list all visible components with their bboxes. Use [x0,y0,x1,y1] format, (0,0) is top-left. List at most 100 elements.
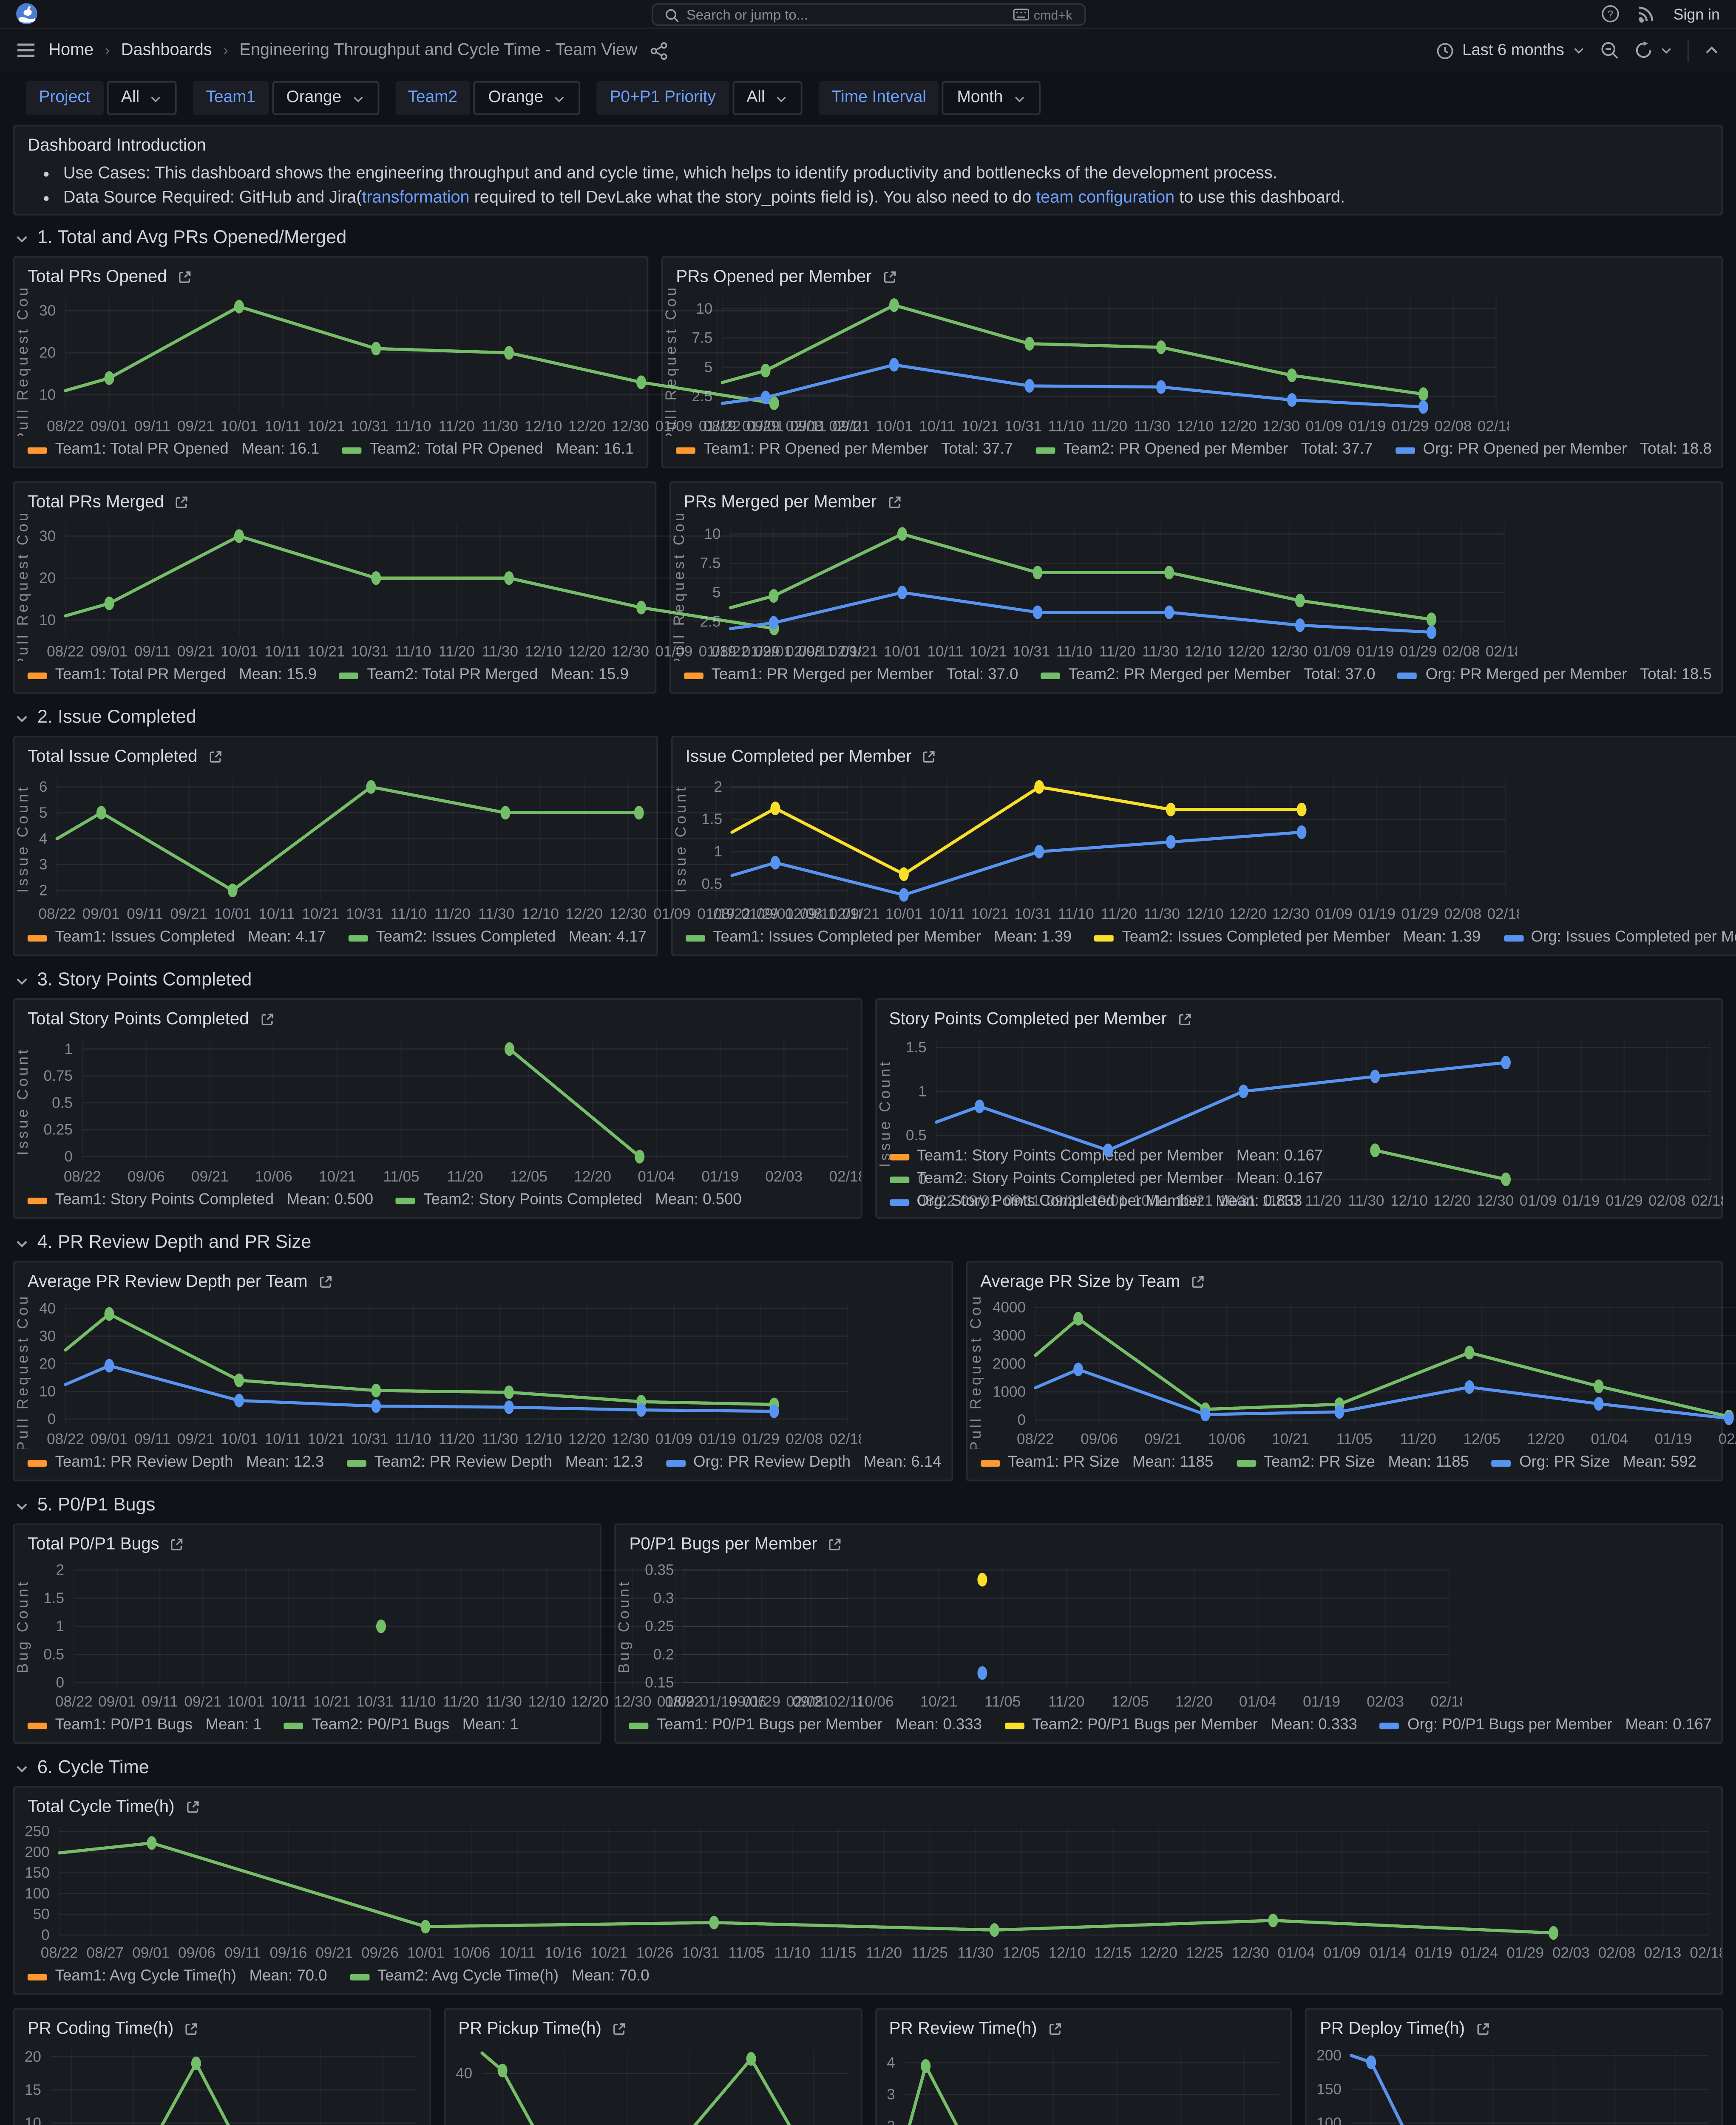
external-link-icon[interactable] [184,1798,200,1814]
legend-item[interactable]: Team1: Total PR OpenedMean: 16.1 [28,441,320,459]
share-icon[interactable] [650,41,668,59]
legend-item[interactable]: Team2: PR SizeMean: 1185 [1236,1454,1469,1472]
legend-item[interactable]: Team2: PR Review DepthMean: 12.3 [347,1454,643,1472]
search-input[interactable]: Search or jump to... cmd+k [651,3,1085,26]
time-range-picker[interactable]: Last 6 months [1436,41,1585,59]
legend-item[interactable]: Org: Issues Completed per MemberMean: 0.… [1503,929,1736,946]
legend-item[interactable]: Team2: P0/P1 BugsMean: 1 [284,1716,519,1734]
panel-title-bar[interactable]: Total Story Points Completed [14,1000,860,1031]
chart-pr-review-depth[interactable]: 01020304008/2209/0109/1109/2110/0110/111… [14,1293,951,1449]
legend-item[interactable]: Team1: PR Review DepthMean: 12.3 [28,1454,324,1472]
legend-item[interactable]: Team2: Total PR MergedMean: 15.9 [340,666,629,684]
filter-priority-value[interactable]: All [732,81,802,115]
team-configuration-link[interactable]: team configuration [1036,190,1174,207]
chart-story-points-per-member[interactable]: 00.511.508/2209/0109/1109/2110/0110/1110… [876,1031,1722,1148]
filter-team2-value[interactable]: Orange [474,81,581,115]
external-link-icon[interactable] [1047,2020,1063,2036]
chart-pr-review-time[interactable]: 0123409/0110/0111/0112/0101/0102/01 [876,2040,1291,2125]
legend-item[interactable]: Team2: Story Points CompletedMean: 0.500 [396,1191,741,1209]
legend-item[interactable]: Team2: PR Merged per MemberTotal: 37.0 [1041,666,1376,684]
breadcrumb-dashboards[interactable]: Dashboards [121,41,212,59]
section-header-1[interactable]: 1. Total and Avg PRs Opened/Merged [14,227,1723,249]
chart-pr-coding-time[interactable]: 0510152009/0110/0111/0112/0101/0102/01 [14,2040,429,2125]
external-link-icon[interactable] [183,2020,199,2036]
refresh-button[interactable] [1634,40,1673,60]
legend-item[interactable]: Team2: Issues CompletedMean: 4.17 [349,929,647,946]
zoom-out-icon[interactable] [1600,40,1620,60]
chart-issue-completed-per-member[interactable]: 0.511.5208/2209/0109/1109/2110/0110/1110… [672,768,1736,924]
external-link-icon[interactable] [827,1536,843,1552]
chart-prs-opened-per-member[interactable]: 2.557.51008/2209/0109/1109/2110/0110/111… [663,289,1722,436]
legend-item[interactable]: Team1: Total PR MergedMean: 15.9 [28,666,317,684]
legend-item[interactable]: Team1: P0/P1 BugsMean: 1 [28,1716,262,1734]
legend-item[interactable]: Team1: Issues CompletedMean: 4.17 [28,929,326,946]
panel-title-bar[interactable]: Average PR Size by Team [967,1263,1722,1293]
panel-title-bar[interactable]: PR Deploy Time(h) [1307,2009,1721,2040]
section-header-4[interactable]: 4. PR Review Depth and PR Size [14,1232,1723,1254]
panel-title-bar[interactable]: P0/P1 Bugs per Member [616,1525,1722,1556]
panel-title-bar[interactable]: Total PRs Opened [14,258,647,288]
external-link-icon[interactable] [611,2020,627,2036]
legend-item[interactable]: Team1: P0/P1 Bugs per MemberMean: 0.333 [629,1716,982,1734]
panel-title-bar[interactable]: Issue Completed per Member [672,737,1736,768]
panel-title-bar[interactable]: Average PR Review Depth per Team [14,1263,951,1293]
legend-item[interactable]: Team2: P0/P1 Bugs per MemberMean: 0.333 [1004,1716,1357,1734]
legend-item[interactable]: Team1: Issues Completed per MemberMean: … [686,929,1072,946]
external-link-icon[interactable] [174,493,190,510]
panel-title-bar[interactable]: PR Review Time(h) [876,2009,1291,2040]
menu-icon[interactable] [16,40,36,60]
devlake-logo[interactable] [16,3,37,25]
legend-item[interactable]: Team1: PR Opened per MemberTotal: 37.7 [676,441,1013,459]
filter-team1-value[interactable]: Orange [272,81,379,115]
legend-item[interactable]: Org: PR SizeMean: 592 [1492,1454,1696,1472]
chart-p0p1-bugs-per-member[interactable]: 0.150.20.250.30.3508/2209/0609/2110/0610… [616,1556,1722,1711]
kiosk-caret-up-icon[interactable] [1704,42,1720,58]
legend-item[interactable]: Team1: Avg Cycle Time(h)Mean: 70.0 [28,1967,327,1985]
external-link-icon[interactable] [881,268,897,284]
panel-title-bar[interactable]: Total P0/P1 Bugs [14,1525,600,1556]
legend-item[interactable]: Team2: Issues Completed per MemberMean: … [1095,929,1481,946]
rss-icon[interactable] [1638,5,1656,23]
legend-item[interactable]: Team2: PR Opened per MemberTotal: 37.7 [1036,441,1373,459]
legend-item[interactable]: Org: PR Opened per MemberTotal: 18.8 [1396,441,1712,459]
panel-title-bar[interactable]: Total Issue Completed [14,737,656,768]
panel-title-bar[interactable]: PRs Opened per Member [663,258,1722,288]
legend-item[interactable]: Team1: PR SizeMean: 1185 [980,1454,1213,1472]
filter-project-value[interactable]: All [107,81,177,115]
external-link-icon[interactable] [169,1536,185,1552]
panel-title-bar[interactable]: Total PRs Merged [14,483,655,513]
panel-title-bar[interactable]: Total Cycle Time(h) [14,1788,1721,1818]
chart-total-p0p1-bugs[interactable]: 00.511.5208/2209/0109/1109/2110/0110/111… [14,1556,600,1711]
external-link-icon[interactable] [259,1011,275,1027]
legend-item[interactable]: Org: PR Merged per MemberTotal: 18.5 [1398,666,1712,684]
chart-total-prs-opened[interactable]: 10203008/2209/0109/1109/2110/0110/1110/2… [14,289,647,436]
external-link-icon[interactable] [177,268,193,284]
section-header-3[interactable]: 3. Story Points Completed [14,969,1723,992]
legend-item[interactable]: Org: P0/P1 Bugs per MemberMean: 0.167 [1380,1716,1712,1734]
section-header-2[interactable]: 2. Issue Completed [14,707,1723,729]
breadcrumb-home[interactable]: Home [48,41,94,59]
external-link-icon[interactable] [207,748,223,764]
external-link-icon[interactable] [1475,2020,1491,2036]
chart-prs-merged-per-member[interactable]: 2.557.51008/2209/0109/1109/2110/0110/111… [671,514,1722,661]
chart-total-story-points[interactable]: 00.250.50.75108/2209/0609/2110/0610/2111… [14,1031,860,1186]
panel-title-bar[interactable]: Story Points Completed per Member [876,1000,1722,1031]
sign-in-button[interactable]: Sign in [1674,5,1720,23]
chart-total-issue-completed[interactable]: 2345608/2209/0109/1109/2110/0110/1110/21… [14,768,656,924]
chart-pr-deploy-time[interactable]: 05010015020009/0110/0111/0112/0101/0102/… [1307,2040,1721,2125]
panel-title-bar[interactable]: PR Pickup Time(h) [445,2009,860,2040]
legend-item[interactable]: Team2: Total PR OpenedMean: 16.1 [342,441,634,459]
legend-item[interactable]: Org: PR Review DepthMean: 6.14 [666,1454,941,1472]
chart-total-prs-merged[interactable]: 10203008/2209/0109/1109/2110/0110/1110/2… [14,514,655,661]
help-icon[interactable]: ? [1602,5,1620,23]
external-link-icon[interactable] [886,493,902,510]
chart-total-cycle-time[interactable]: 05010015020025008/2208/2709/0109/0609/11… [14,1819,1721,1963]
chart-pr-size[interactable]: 0100020003000400008/2209/0609/2110/0610/… [967,1293,1722,1449]
legend-item[interactable]: Team2: Avg Cycle Time(h)Mean: 70.0 [350,1967,650,1985]
external-link-icon[interactable] [922,748,938,764]
panel-title-bar[interactable]: PR Coding Time(h) [14,2009,429,2040]
section-header-5[interactable]: 5. P0/P1 Bugs [14,1494,1723,1517]
external-link-icon[interactable] [1190,1273,1206,1289]
panel-title-bar[interactable]: PRs Merged per Member [671,483,1722,513]
legend-item[interactable]: Team1: Story Points CompletedMean: 0.500 [28,1191,373,1209]
